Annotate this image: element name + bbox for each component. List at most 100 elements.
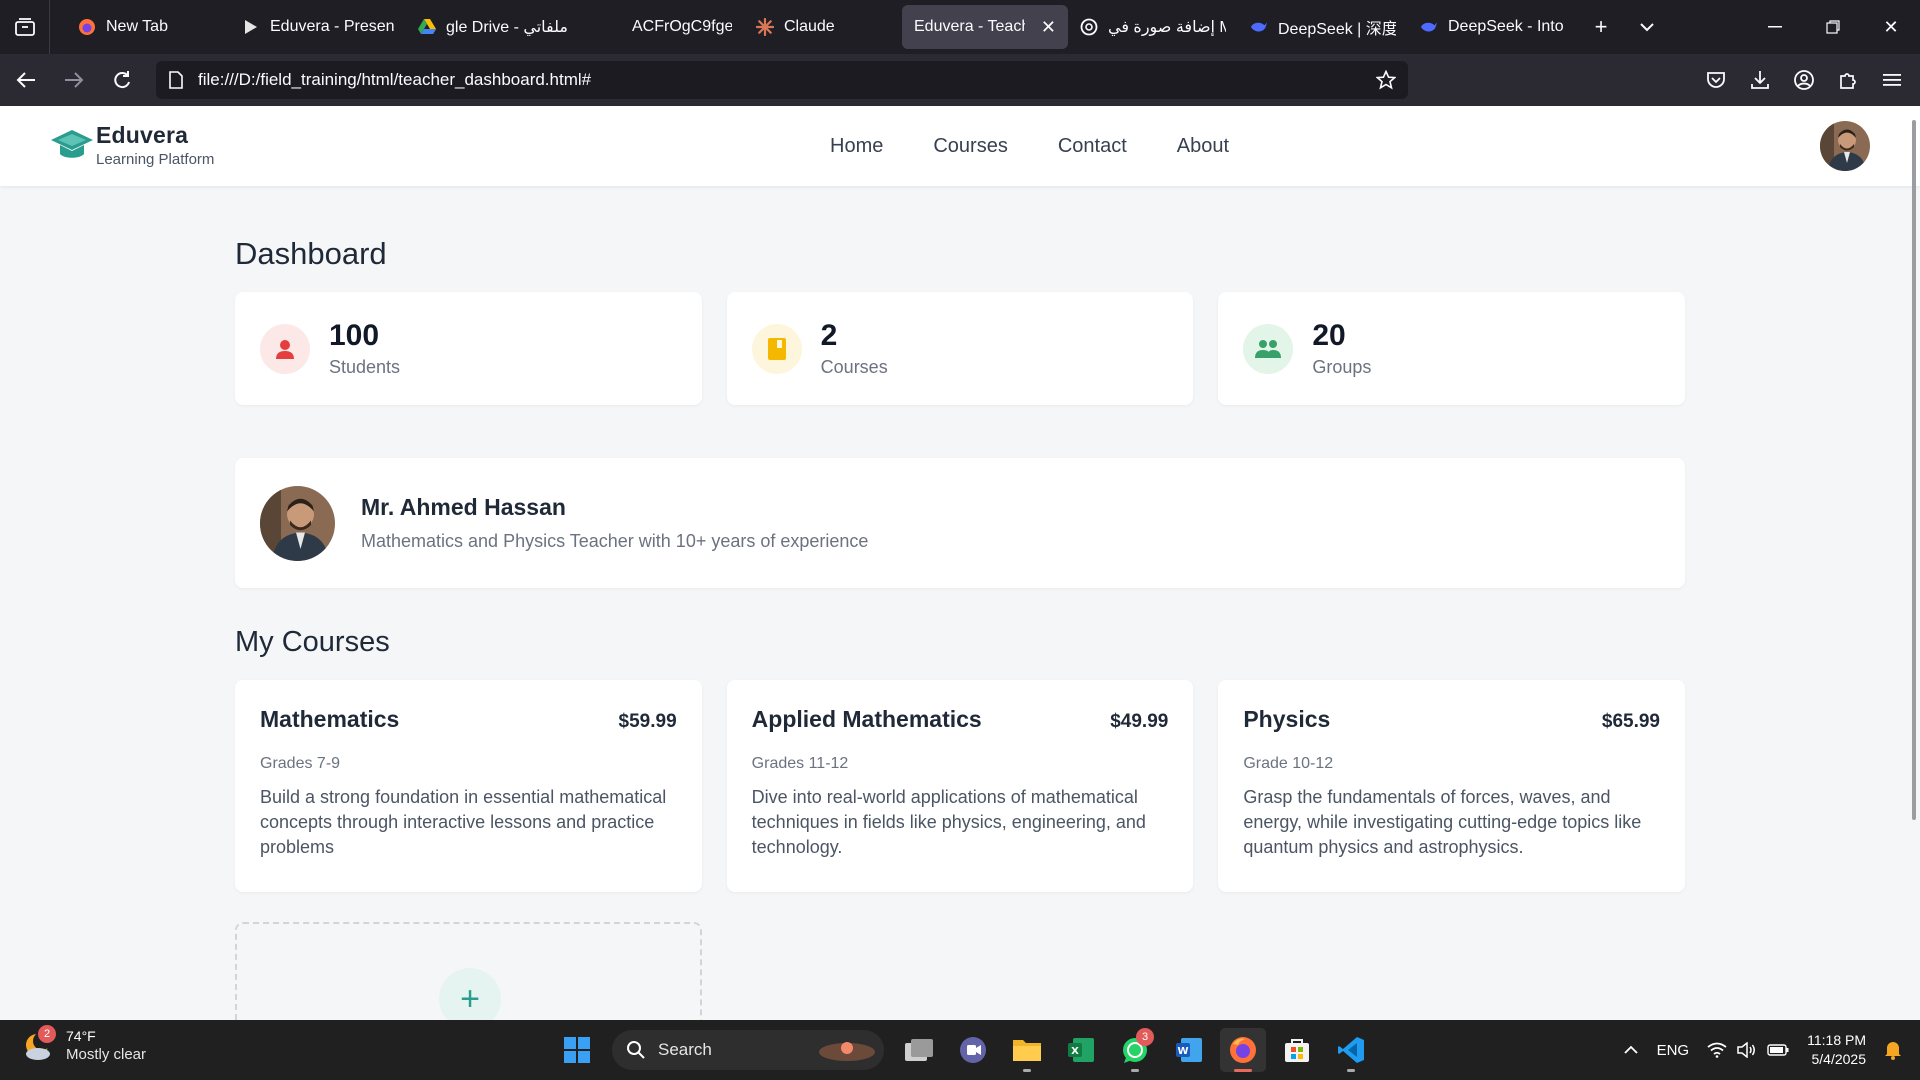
excel-icon: X [1068,1038,1094,1062]
stat-label: Courses [820,357,888,377]
running-indicator [1347,1069,1355,1072]
nav-courses[interactable]: Courses [933,135,1007,158]
browser-tab[interactable]: Claude [744,5,902,49]
svg-text:W: W [1177,1046,1188,1057]
course-card[interactable]: Physics $65.99 Grade 10-12 Grasp the fun… [1218,680,1686,892]
teams-app[interactable] [950,1028,996,1072]
add-course-button[interactable]: + [439,968,501,1020]
group-icon [1243,323,1294,374]
deepseek-icon [1250,18,1268,36]
folder-icon [1013,1040,1041,1061]
firefox-icon [78,18,96,36]
browser-tab-active[interactable]: Eduvera - Teacher [ ✕ [902,5,1068,49]
page-title: Dashboard [235,236,387,271]
chevron-up-icon[interactable] [1623,1045,1639,1055]
browser-tab[interactable]: DeepSeek - Into t [1408,5,1578,49]
account-button[interactable] [1782,58,1826,102]
plus-icon: + [1594,14,1608,39]
arrow-left-icon [16,72,35,88]
microsoft-store-app[interactable] [1274,1028,1320,1072]
windows-taskbar: 2 74°F Mostly clear Search X 3 W ENG 11:… [0,1020,1920,1080]
forward-button[interactable] [52,58,96,102]
course-price: $49.99 [1110,711,1169,732]
quick-settings[interactable] [1707,1042,1789,1058]
close-tab-icon[interactable]: ✕ [1041,17,1056,38]
word-icon: W [1176,1038,1202,1062]
battery-icon [1767,1044,1789,1056]
user-avatar[interactable] [1820,121,1870,171]
course-grades: Grades 7-9 [260,755,341,772]
restore-button[interactable] [1804,0,1862,54]
new-tab-button[interactable]: + [1578,0,1624,54]
puzzle-icon [1840,73,1856,89]
browser-tab[interactable]: New Tab [66,5,230,49]
search-icon [627,1041,645,1059]
close-window-button[interactable]: ✕ [1862,0,1920,54]
arrow-right-icon [65,72,84,88]
excel-app[interactable]: X [1058,1028,1104,1072]
browser-tab[interactable]: Eduvera - Present [230,5,406,49]
add-course-card[interactable]: + [235,922,702,1020]
weather-widget[interactable]: 2 74°F Mostly clear [22,1024,146,1063]
pocket-icon [1707,72,1725,88]
minimize-button[interactable] [1746,0,1804,54]
taskbar-apps: Search X 3 W [554,1028,1374,1072]
stat-card-groups: 20 Groups [1218,292,1686,405]
firefox-app[interactable] [1220,1028,1266,1072]
page-scrollbar[interactable] [1912,120,1916,820]
course-price: $65.99 [1601,711,1661,732]
browser-tab[interactable]: ACFrOgC9fge_sjt [592,5,744,49]
browser-tab[interactable]: إضافة صورة في ML [1068,5,1238,49]
file-explorer-app[interactable] [1004,1028,1050,1072]
downloads-button[interactable] [1738,58,1782,102]
volume-icon [1737,1042,1756,1058]
courses-grid: Mathematics $59.99 Grades 7-9 Build a st… [235,680,1686,892]
teacher-name: Mr. Ahmed Hassan [361,494,566,520]
url-text[interactable]: file:///D:/field_training/html/teacher_d… [198,70,1362,90]
app-menu-button[interactable] [1870,58,1914,102]
search-highlight-icon [819,1042,875,1061]
tab-overview-button[interactable] [0,0,50,54]
deepseek-icon [1420,18,1438,36]
whatsapp-app[interactable]: 3 [1112,1028,1158,1072]
logo-name: Eduvera [96,122,189,148]
page-icon [169,71,183,89]
tab-label: Claude [784,18,835,35]
clock[interactable]: 11:18 PM 5/4/2025 [1807,1031,1866,1069]
tab-list-icon [14,18,35,36]
task-view-button[interactable] [896,1028,942,1072]
stat-card-students: 100 Students [235,292,702,405]
claude-icon [756,18,774,36]
course-card[interactable]: Mathematics $59.99 Grades 7-9 Build a st… [235,680,702,892]
course-title: Applied Mathematics [751,706,982,732]
star-icon[interactable] [1376,70,1396,90]
browser-tab[interactable]: gle Drive - ملفاتي [406,5,592,49]
taskbar-search[interactable]: Search [612,1030,884,1070]
start-button[interactable] [554,1028,600,1072]
vscode-icon [1338,1037,1364,1063]
vscode-app[interactable] [1328,1028,1374,1072]
word-app[interactable]: W [1166,1028,1212,1072]
list-all-tabs-button[interactable] [1624,0,1670,54]
nav-about[interactable]: About [1177,135,1229,158]
browser-toolbar: file:///D:/field_training/html/teacher_d… [0,54,1920,106]
course-card[interactable]: Applied Mathematics $49.99 Grades 11-12 … [726,680,1194,892]
course-title: Physics [1243,706,1331,732]
store-icon [1285,1039,1309,1062]
pocket-button[interactable] [1694,58,1738,102]
extensions-button[interactable] [1826,58,1870,102]
nav-contact[interactable]: Contact [1058,135,1127,158]
address-bar[interactable]: file:///D:/field_training/html/teacher_d… [156,61,1408,99]
course-grades: Grades 11-12 [751,755,849,772]
notification-bell-icon[interactable] [1884,1040,1902,1060]
tab-label: إضافة صورة في ML [1108,19,1226,36]
nav-home[interactable]: Home [830,135,883,158]
browser-tab[interactable]: DeepSeek | 深度求 [1238,5,1408,49]
site-logo[interactable]: Eduvera Learning Platform [50,122,214,168]
reload-button[interactable] [100,58,144,102]
wifi-icon [1707,1042,1727,1058]
moon-cloud-icon: 2 [22,1024,56,1063]
clock-date: 5/4/2025 [1811,1051,1867,1067]
language-indicator[interactable]: ENG [1657,1042,1690,1059]
back-button[interactable] [4,58,48,102]
